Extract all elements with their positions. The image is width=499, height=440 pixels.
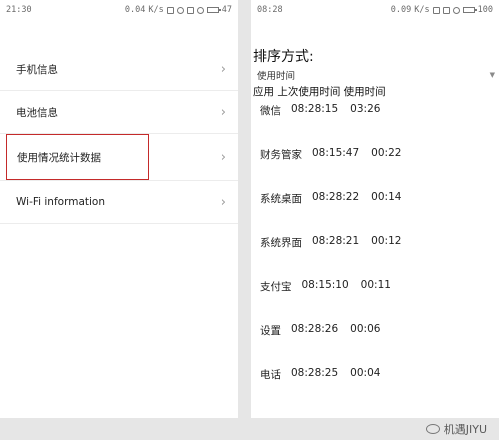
- signal-icon: [186, 6, 194, 14]
- usage-duration: 00:14: [371, 191, 402, 203]
- usage-list: 微信 08:28:15 03:26 财务管家 08:15:47 00:22 系统桌面 08…: [251, 99, 499, 407]
- app-name: 支付宝: [260, 281, 292, 293]
- watermark-text: 机遇JIYU: [443, 423, 487, 436]
- menu-item-battery-info[interactable]: 电池信息 ›: [0, 91, 238, 134]
- app-name: 电话: [260, 369, 281, 381]
- menu-item-label: 手机信息: [16, 63, 58, 76]
- usage-duration: 00:12: [371, 235, 402, 247]
- last-used-time: 08:15:47: [312, 147, 360, 159]
- settings-panel: 21:30 0.04 K/s 47 手机信息 › 电池信息 › 使用情况统计数据…: [0, 0, 238, 418]
- status-time: 21:30: [6, 5, 32, 15]
- sort-dropdown[interactable]: 使用时间 ▼: [251, 66, 499, 82]
- menu-item-phone-info[interactable]: 手机信息 ›: [0, 48, 238, 91]
- list-item[interactable]: 电话 08:28:25 00:04: [251, 363, 499, 407]
- app-name: 设置: [260, 325, 281, 337]
- usage-duration: 03:26: [350, 103, 381, 115]
- app-name: 财务管家: [260, 149, 302, 161]
- last-used-time: 08:28:15: [291, 103, 339, 115]
- status-bar: 08:28 0.09 K/s 100: [251, 0, 499, 20]
- last-used-time: 08:28:21: [312, 235, 360, 247]
- usage-duration: 00:11: [360, 279, 391, 291]
- list-item[interactable]: 财务管家 08:15:47 00:22: [251, 143, 499, 187]
- status-time: 08:28: [257, 5, 283, 15]
- table-header: 应用 上次使用时间 使用时间: [253, 86, 386, 98]
- vibrate-icon: [432, 6, 440, 14]
- list-item[interactable]: 系统桌面 08:28:22 00:14: [251, 187, 499, 231]
- settings-menu: 手机信息 › 电池信息 › 使用情况统计数据 › Wi-Fi informati…: [0, 48, 238, 224]
- network-speed: 0.04: [124, 5, 146, 15]
- chevron-right-icon: ›: [220, 149, 226, 165]
- battery-icon: [462, 7, 477, 13]
- list-item[interactable]: 设置 08:28:26 00:06: [251, 319, 499, 363]
- last-used-time: 08:28:26: [291, 323, 339, 335]
- list-item[interactable]: 支付宝 08:15:10 00:11: [251, 275, 499, 319]
- menu-item-label: 使用情况统计数据: [17, 151, 101, 164]
- network-speed-unit: K/s: [148, 5, 164, 15]
- app-name: 微信: [260, 105, 281, 117]
- sync-icon: [196, 6, 204, 14]
- chevron-right-icon: ›: [220, 61, 226, 77]
- list-item[interactable]: 系统界面 08:28:21 00:12: [251, 231, 499, 275]
- last-used-time: 08:28:22: [312, 191, 360, 203]
- sort-value: 使用时间: [257, 71, 296, 82]
- last-used-time: 08:15:10: [301, 279, 349, 291]
- battery-level: 100: [477, 5, 493, 15]
- app-name: 系统界面: [260, 237, 302, 249]
- battery-icon: [206, 7, 221, 13]
- signal-icon: [442, 6, 450, 14]
- network-speed: 0.09: [390, 5, 412, 15]
- app-name: 系统桌面: [260, 193, 302, 205]
- sort-title: 排序方式:: [253, 49, 314, 65]
- menu-item-usage-stats[interactable]: 使用情况统计数据: [6, 134, 149, 180]
- menu-item-wifi-info[interactable]: Wi-Fi information ›: [0, 181, 238, 224]
- usage-stats-panel: 08:28 0.09 K/s 100 排序方式: 使用时间 ▼ 应用 上次使用时…: [251, 0, 499, 418]
- chevron-right-icon: ›: [220, 104, 226, 120]
- usage-duration: 00:22: [371, 147, 402, 159]
- sync-icon: [452, 6, 460, 14]
- last-used-time: 08:28:25: [291, 367, 339, 379]
- wechat-logo-icon: [425, 424, 440, 434]
- list-item[interactable]: 微信 08:28:15 03:26: [251, 99, 499, 143]
- alarm-icon: [176, 6, 184, 14]
- chevron-right-icon: ›: [220, 194, 226, 210]
- screenshot-stage: 21:30 0.04 K/s 47 手机信息 › 电池信息 › 使用情况统计数据…: [0, 0, 499, 440]
- status-bar: 21:30 0.04 K/s 47: [0, 0, 238, 20]
- network-speed-unit: K/s: [414, 5, 430, 15]
- watermark: 机遇JIYU: [425, 421, 487, 437]
- dropdown-caret-icon: ▼: [489, 71, 495, 79]
- vibrate-icon: [166, 6, 174, 14]
- menu-item-label: Wi-Fi information: [16, 196, 105, 208]
- battery-level: 47: [221, 5, 232, 15]
- usage-duration: 00:04: [350, 367, 381, 379]
- menu-item-label: 电池信息: [16, 106, 58, 119]
- usage-duration: 00:06: [350, 323, 381, 335]
